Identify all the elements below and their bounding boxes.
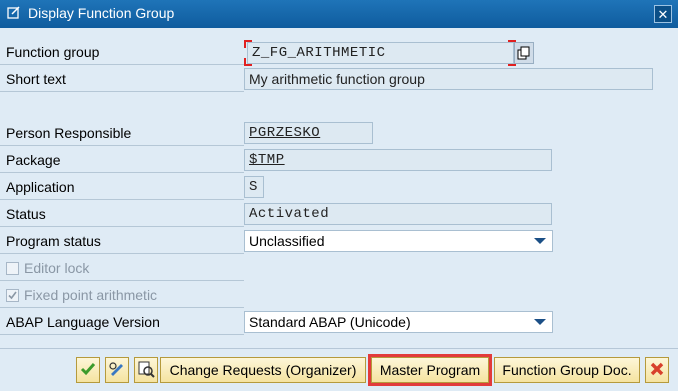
footer-toolbar: Change Requests (Organizer) Master Progr… bbox=[0, 348, 678, 391]
function-group-doc-button[interactable]: Function Group Doc. bbox=[494, 357, 640, 383]
editor-lock-checkbox[interactable] bbox=[6, 262, 19, 275]
where-used-button[interactable] bbox=[134, 357, 158, 383]
dropdown-arrow-icon bbox=[534, 319, 546, 325]
short-text-label: Short text bbox=[6, 71, 66, 87]
function-group-label: Function group bbox=[6, 44, 100, 60]
status-label: Status bbox=[6, 206, 46, 222]
application-field[interactable]: S bbox=[244, 176, 264, 198]
change-requests-button[interactable]: Change Requests (Organizer) bbox=[160, 357, 366, 383]
status-field: Activated bbox=[244, 203, 552, 225]
program-status-label: Program status bbox=[6, 233, 101, 249]
person-responsible-field[interactable]: PGRZESKO bbox=[244, 122, 373, 144]
display-change-button[interactable] bbox=[105, 357, 129, 383]
abap-version-label: ABAP Language Version bbox=[6, 314, 160, 330]
window-title: Display Function Group bbox=[28, 5, 175, 21]
cancel-button[interactable] bbox=[645, 357, 669, 383]
package-label: Package bbox=[6, 152, 61, 168]
fixed-point-checkbox[interactable] bbox=[6, 289, 19, 302]
abap-version-dropdown[interactable]: Standard ABAP (Unicode) bbox=[244, 311, 553, 333]
master-program-button[interactable]: Master Program bbox=[368, 354, 492, 386]
dropdown-arrow-icon bbox=[534, 238, 546, 244]
title-bar: Display Function Group ✕ bbox=[0, 0, 678, 28]
editor-lock-label: Editor lock bbox=[24, 260, 90, 276]
glasses-pencil-icon bbox=[109, 362, 123, 376]
checkmark-icon bbox=[80, 363, 96, 376]
abap-version-value: Standard ABAP (Unicode) bbox=[249, 314, 411, 330]
program-status-value: Unclassified bbox=[249, 233, 325, 249]
package-field[interactable]: $TMP bbox=[244, 149, 552, 171]
display-doc-icon bbox=[7, 6, 20, 19]
close-icon[interactable]: ✕ bbox=[654, 5, 672, 23]
short-text-field[interactable]: My arithmetic function group bbox=[244, 68, 653, 90]
confirm-button[interactable] bbox=[76, 357, 100, 383]
program-status-dropdown[interactable]: Unclassified bbox=[244, 230, 553, 252]
function-group-field[interactable]: Z_FG_ARITHMETIC bbox=[247, 42, 514, 64]
cancel-icon bbox=[650, 362, 664, 376]
fixed-point-label: Fixed point arithmetic bbox=[24, 287, 158, 303]
application-label: Application bbox=[6, 179, 75, 195]
where-used-icon bbox=[138, 361, 155, 378]
copy-icon[interactable] bbox=[514, 42, 534, 64]
person-responsible-label: Person Responsible bbox=[6, 125, 132, 141]
